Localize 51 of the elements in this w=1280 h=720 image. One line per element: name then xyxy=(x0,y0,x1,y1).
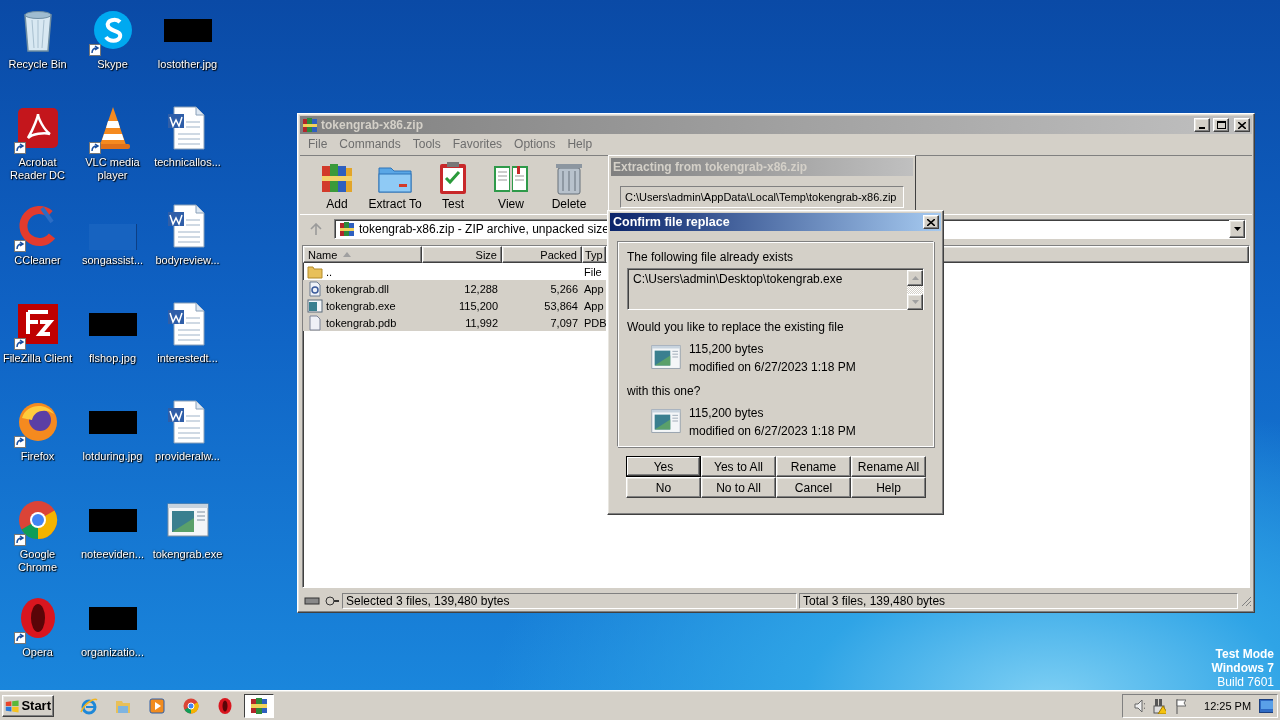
path-text-box: C:\Users\admin\Desktop\tokengrab.exe xyxy=(627,268,924,310)
icon-label: Acrobat Reader DC xyxy=(9,156,66,182)
modified-date: modified on 6/27/2023 1:18 PM xyxy=(689,424,856,438)
table-cell: File xyxy=(584,265,602,278)
message-text: The following file already exists xyxy=(627,250,795,264)
icon-label: interestedt... xyxy=(157,352,218,365)
window-title: tokengrab-x86.zip xyxy=(321,118,425,132)
icon-label: Recycle Bin xyxy=(8,58,67,71)
dialog-title: Extracting from tokengrab-x86.zip xyxy=(613,160,808,174)
icon-label: FileZilla Client xyxy=(2,352,73,365)
icon-label: lostother.jpg xyxy=(157,58,218,71)
icon-label: flshop.jpg xyxy=(88,352,137,365)
status-text: Total 3 files, 139,480 bytes xyxy=(803,594,946,608)
icon-label: Skype xyxy=(97,58,128,71)
system-notice-text: Test Mode xyxy=(1215,647,1274,661)
message-text: with this one? xyxy=(627,384,702,398)
icon-label: songassist... xyxy=(81,254,144,267)
icon-label: technicallos... xyxy=(154,156,221,169)
table-cell: PDB xyxy=(584,316,607,329)
icon-label: VLC media player xyxy=(84,156,141,182)
icon-label: Opera xyxy=(22,646,53,659)
modified-date: modified on 6/27/2023 1:18 PM xyxy=(689,360,856,374)
icon-label: tokengrab.exe xyxy=(152,548,223,561)
icon-label: Google Chrome xyxy=(16,548,59,574)
table-cell: App xyxy=(584,299,604,312)
icon-label: bodyreview... xyxy=(155,254,220,267)
status-text: Selected 3 files, 139,480 bytes xyxy=(346,594,510,608)
table-cell: 5,266 xyxy=(550,282,578,295)
file-name: tokengrab.dll xyxy=(326,282,389,295)
file-name: tokengrab.exe xyxy=(326,299,396,312)
icon-label: provideralw... xyxy=(155,450,220,463)
table-cell: 115,200 xyxy=(459,299,498,312)
system-notice-text: Build 7601 xyxy=(1217,675,1274,689)
table-cell: 11,992 xyxy=(465,316,498,329)
table-cell: 12,288 xyxy=(464,282,498,295)
dialog-title: Confirm file replace xyxy=(613,215,731,229)
icon-label: CCleaner xyxy=(14,254,61,267)
path-text: C:\Users\admin\AppData\Local\Temp\tokengrab-x86.zip xyxy=(625,191,897,203)
table-cell: 7,097 xyxy=(550,316,578,329)
file-name: .. xyxy=(326,265,333,278)
system-notice-text: Windows 7 xyxy=(1211,661,1274,675)
icon-label: lotduring.jpg xyxy=(82,450,143,463)
table-cell: 53,864 xyxy=(544,299,578,312)
table-cell: App xyxy=(584,282,604,295)
file-size: 115,200 bytes xyxy=(689,406,765,420)
icon-label: organizatio... xyxy=(81,646,144,659)
file-size: 115,200 bytes xyxy=(689,342,765,356)
message-text: Would you like to replace the existing file xyxy=(627,320,845,334)
icon-label: noteeviden... xyxy=(81,548,144,561)
file-name: tokengrab.pdb xyxy=(326,316,397,329)
icon-label: Firefox xyxy=(20,450,55,463)
